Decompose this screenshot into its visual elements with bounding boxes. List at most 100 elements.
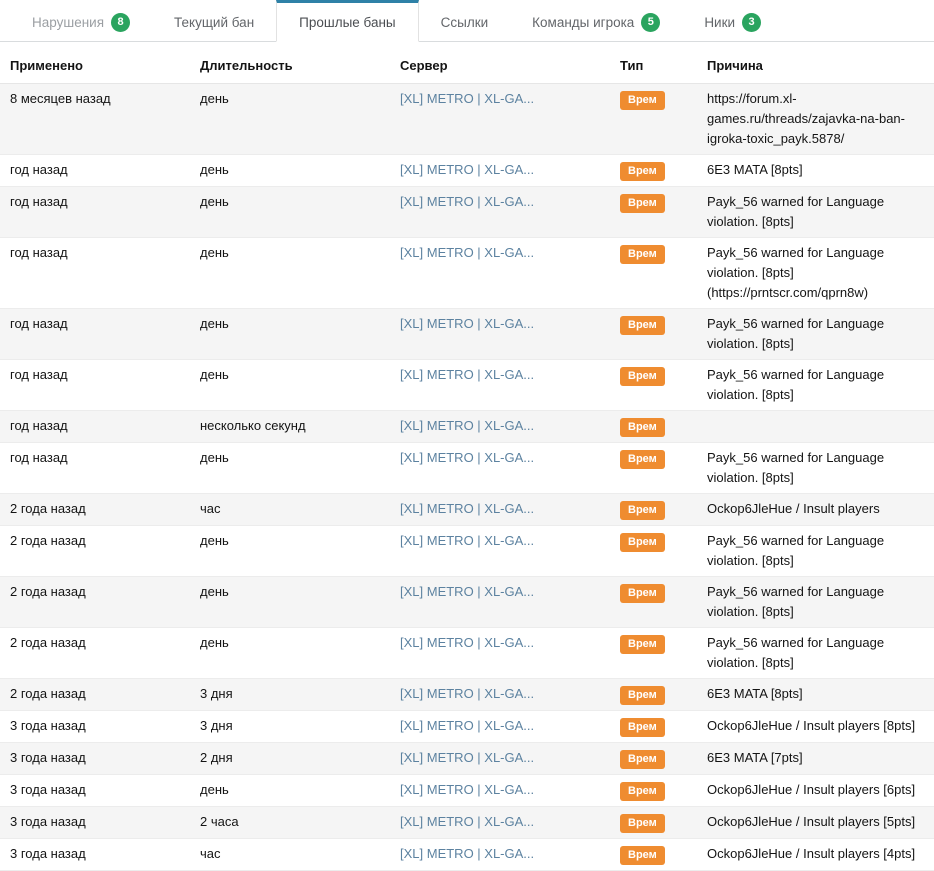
duration-cell: день (200, 443, 400, 493)
server-link[interactable]: [XL] METRO | XL-GA... (400, 162, 534, 177)
table-row: год назад несколько секунд [XL] METRO | … (0, 411, 934, 443)
tab-label: Прошлые баны (299, 15, 395, 30)
server-link[interactable]: [XL] METRO | XL-GA... (400, 367, 534, 382)
applied-cell: 2 года назад (10, 577, 200, 627)
applied-cell: 2 года назад (10, 679, 200, 710)
server-link[interactable]: [XL] METRO | XL-GA... (400, 750, 534, 765)
applied-cell: год назад (10, 411, 200, 442)
server-cell: [XL] METRO | XL-GA... (400, 628, 620, 678)
server-cell: [XL] METRO | XL-GA... (400, 309, 620, 359)
duration-cell: день (200, 238, 400, 308)
server-cell: [XL] METRO | XL-GA... (400, 411, 620, 442)
reason-cell: Payk_56 warned for Language violation. [… (707, 526, 924, 576)
duration-cell: день (200, 628, 400, 678)
type-cell: Врем (620, 411, 707, 442)
table-row: 8 месяцев назад день [XL] METRO | XL-GA.… (0, 84, 934, 155)
tab-3[interactable]: Ссылки (419, 0, 511, 41)
duration-cell: день (200, 360, 400, 410)
tab-2[interactable]: Прошлые баны (276, 0, 418, 42)
type-cell: Врем (620, 577, 707, 627)
column-header-reason: Причина (707, 42, 924, 83)
ban-type-badge: Врем (620, 533, 665, 552)
server-cell: [XL] METRO | XL-GA... (400, 494, 620, 525)
column-header-applied: Применено (10, 42, 200, 83)
applied-cell: год назад (10, 309, 200, 359)
reason-cell: Payk_56 warned for Language violation. [… (707, 628, 924, 678)
type-cell: Врем (620, 360, 707, 410)
server-cell: [XL] METRO | XL-GA... (400, 839, 620, 870)
table-row: год назад день [XL] METRO | XL-GA... Вре… (0, 155, 934, 187)
server-link[interactable]: [XL] METRO | XL-GA... (400, 686, 534, 701)
applied-cell: 3 года назад (10, 743, 200, 774)
server-cell: [XL] METRO | XL-GA... (400, 238, 620, 308)
type-cell: Врем (620, 711, 707, 742)
applied-cell: 8 месяцев назад (10, 84, 200, 154)
type-cell: Врем (620, 187, 707, 237)
server-link[interactable]: [XL] METRO | XL-GA... (400, 782, 534, 797)
server-cell: [XL] METRO | XL-GA... (400, 743, 620, 774)
server-cell: [XL] METRO | XL-GA... (400, 187, 620, 237)
server-link[interactable]: [XL] METRO | XL-GA... (400, 533, 534, 548)
ban-type-badge: Врем (620, 846, 665, 865)
server-link[interactable]: [XL] METRO | XL-GA... (400, 91, 534, 106)
duration-cell: день (200, 775, 400, 806)
server-link[interactable]: [XL] METRO | XL-GA... (400, 418, 534, 433)
ban-type-badge: Врем (620, 245, 665, 264)
server-link[interactable]: [XL] METRO | XL-GA... (400, 814, 534, 829)
duration-cell: день (200, 309, 400, 359)
ban-type-badge: Врем (620, 750, 665, 769)
server-link[interactable]: [XL] METRO | XL-GA... (400, 584, 534, 599)
server-cell: [XL] METRO | XL-GA... (400, 155, 620, 186)
server-link[interactable]: [XL] METRO | XL-GA... (400, 846, 534, 861)
tab-5[interactable]: Ники 3 (682, 0, 783, 41)
tab-1[interactable]: Текущий бан (152, 0, 276, 41)
server-link[interactable]: [XL] METRO | XL-GA... (400, 194, 534, 209)
duration-cell: несколько секунд (200, 411, 400, 442)
ban-type-badge: Врем (620, 501, 665, 520)
reason-cell: Payk_56 warned for Language violation. [… (707, 238, 924, 308)
table-header-row: Применено Длительность Сервер Тип Причин… (0, 42, 934, 84)
tab-4[interactable]: Команды игрока 5 (510, 0, 682, 41)
server-link[interactable]: [XL] METRO | XL-GA... (400, 501, 534, 516)
server-link[interactable]: [XL] METRO | XL-GA... (400, 635, 534, 650)
server-link[interactable]: [XL] METRO | XL-GA... (400, 316, 534, 331)
table-body: 8 месяцев назад день [XL] METRO | XL-GA.… (0, 84, 934, 871)
table-row: 2 года назад 3 дня [XL] METRO | XL-GA...… (0, 679, 934, 711)
server-link[interactable]: [XL] METRO | XL-GA... (400, 245, 534, 260)
applied-cell: 2 года назад (10, 494, 200, 525)
table-row: 3 года назад 2 дня [XL] METRO | XL-GA...… (0, 743, 934, 775)
reason-cell: https://forum.xl-games.ru/threads/zajavk… (707, 84, 924, 154)
tab-label: Ники (704, 15, 735, 30)
ban-type-badge: Врем (620, 584, 665, 603)
applied-cell: 3 года назад (10, 807, 200, 838)
column-header-duration: Длительность (200, 42, 400, 83)
server-cell: [XL] METRO | XL-GA... (400, 679, 620, 710)
reason-cell (707, 411, 924, 442)
duration-cell: 3 дня (200, 679, 400, 710)
type-cell: Врем (620, 743, 707, 774)
ban-type-badge: Врем (620, 162, 665, 181)
type-cell: Врем (620, 679, 707, 710)
tab-0[interactable]: Нарушения 8 (10, 0, 152, 41)
type-cell: Врем (620, 494, 707, 525)
ban-type-badge: Врем (620, 718, 665, 737)
duration-cell: день (200, 577, 400, 627)
table-row: 3 года назад 3 дня [XL] METRO | XL-GA...… (0, 711, 934, 743)
duration-cell: день (200, 526, 400, 576)
server-cell: [XL] METRO | XL-GA... (400, 775, 620, 806)
duration-cell: 3 дня (200, 711, 400, 742)
applied-cell: год назад (10, 443, 200, 493)
type-cell: Врем (620, 807, 707, 838)
reason-cell: 6E3 MATA [7pts] (707, 743, 924, 774)
server-link[interactable]: [XL] METRO | XL-GA... (400, 718, 534, 733)
duration-cell: день (200, 187, 400, 237)
server-link[interactable]: [XL] METRO | XL-GA... (400, 450, 534, 465)
table-row: год назад день [XL] METRO | XL-GA... Вре… (0, 187, 934, 238)
reason-cell: Payk_56 warned for Language violation. [… (707, 577, 924, 627)
server-cell: [XL] METRO | XL-GA... (400, 84, 620, 154)
ban-type-badge: Врем (620, 450, 665, 469)
table-row: год назад день [XL] METRO | XL-GA... Вре… (0, 443, 934, 494)
duration-cell: час (200, 839, 400, 870)
tab-label: Текущий бан (174, 15, 254, 30)
table-row: 3 года назад 2 часа [XL] METRO | XL-GA..… (0, 807, 934, 839)
